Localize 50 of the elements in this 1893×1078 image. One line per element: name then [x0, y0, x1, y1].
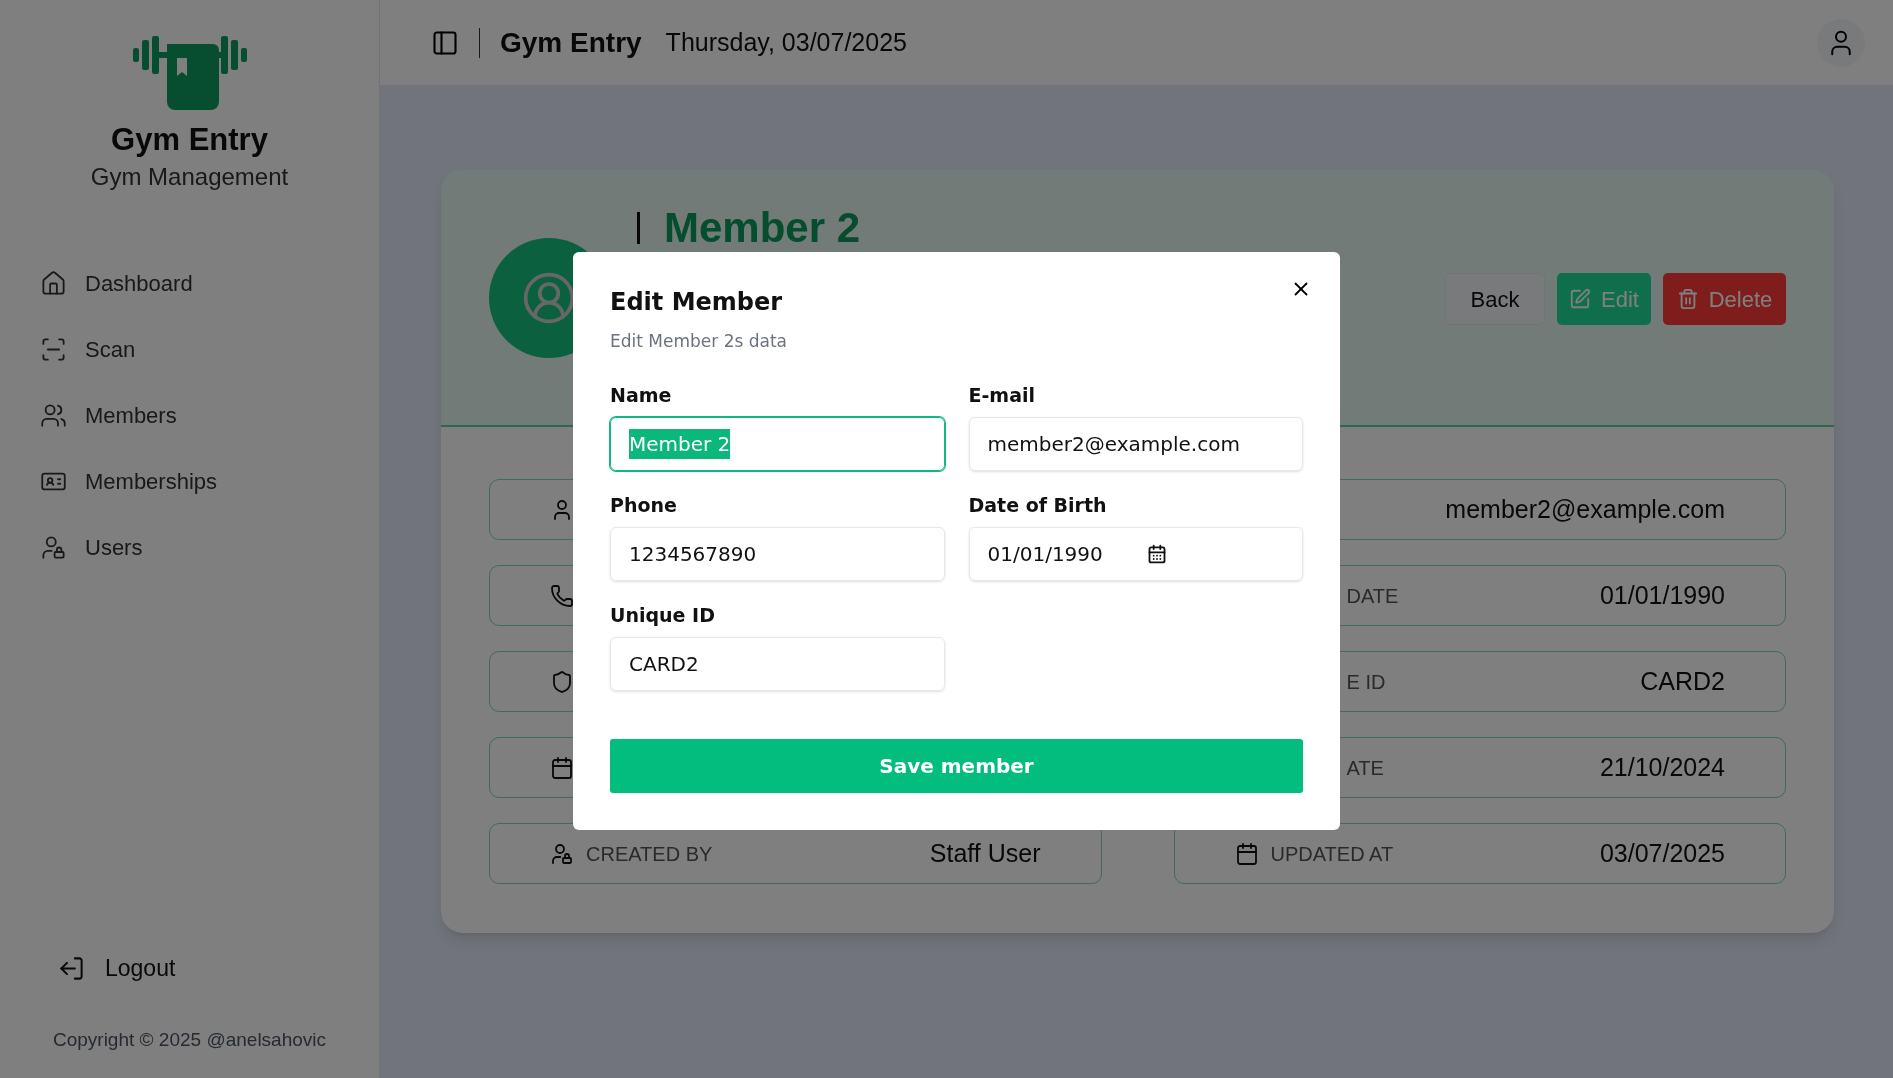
trash-icon	[1676, 288, 1699, 310]
page-title: Gym Entry	[500, 25, 642, 60]
shield-icon	[550, 669, 574, 694]
delete-button[interactable]: Delete	[1663, 273, 1786, 325]
nav-item[interactable]: Memberships	[0, 448, 379, 514]
date-field[interactable]: 01/01/1990	[968, 527, 1303, 581]
field-label: Name	[610, 383, 673, 407]
input-field[interactable]: 1234567890	[610, 527, 945, 581]
member-name: Member 2	[664, 206, 861, 250]
calendar-icon	[550, 755, 574, 780]
nav-item[interactable]: Dashboard	[0, 250, 379, 316]
home-icon	[40, 269, 67, 297]
detail-label: ATE	[1346, 755, 1384, 781]
copyright-text: Copyright © 2025 @anelsahovic	[51, 1027, 328, 1052]
detail-value: 01/01/1990	[1599, 579, 1725, 611]
input-field[interactable]: Member 2	[610, 417, 945, 471]
nav-item[interactable]: Members	[0, 382, 379, 448]
input-field[interactable]: member2@example.com	[968, 417, 1303, 471]
user-lock-icon	[550, 841, 574, 866]
app-name: Gym Entry	[111, 122, 268, 158]
detail-label: E ID	[1346, 669, 1386, 695]
field-label: Date of Birth	[968, 493, 1108, 517]
dialog-description: Edit Member 2s data	[610, 330, 789, 353]
dialog-title: Edit Member	[610, 287, 784, 317]
edit-icon	[1569, 288, 1592, 310]
back-button[interactable]: Back	[1445, 273, 1545, 325]
current-date: Thursday, 03/07/2025	[665, 26, 907, 58]
logout-icon	[58, 954, 85, 982]
nav-item[interactable]: Scan	[0, 316, 379, 382]
phone-icon	[550, 583, 574, 608]
logout-link[interactable]: Logout	[58, 951, 379, 986]
detail-value: CARD2	[1640, 665, 1725, 697]
input-field[interactable]: CARD2	[610, 637, 945, 691]
field-label: Phone	[610, 493, 678, 517]
detail-label: CREATED BY	[586, 841, 713, 867]
sidebar-toggle-icon[interactable]	[431, 28, 459, 57]
detail-value: 03/07/2025	[1599, 837, 1725, 869]
detail-label: UPDATED AT	[1270, 841, 1394, 867]
field-label: Unique ID	[610, 603, 716, 627]
detail-value: member2@example.com	[1445, 493, 1725, 525]
app-subtitle: Gym Management	[90, 162, 289, 192]
calendar-icon[interactable]	[1146, 544, 1167, 564]
detail-label: DATE	[1346, 583, 1399, 609]
calendar-icon	[1234, 841, 1259, 866]
detail-value: 21/10/2024	[1599, 751, 1725, 783]
scan-icon	[40, 335, 67, 363]
nav-item[interactable]: Users	[0, 514, 379, 580]
detail-value: Staff User	[929, 837, 1041, 869]
save-member-button[interactable]: Save member	[610, 739, 1303, 793]
field-label: E-mail	[968, 383, 1036, 407]
